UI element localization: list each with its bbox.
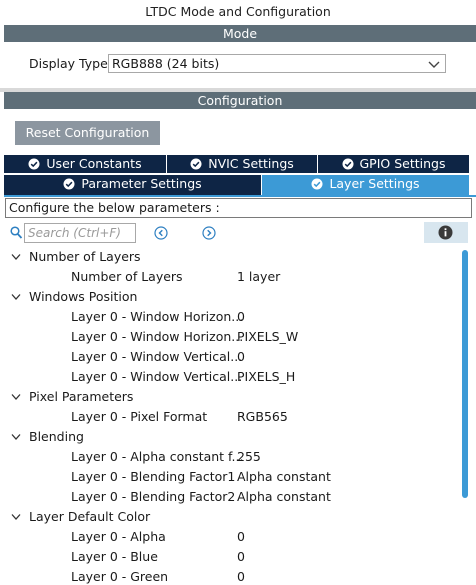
chevron-down-icon	[428, 61, 440, 68]
param-name: Layer 0 - Pixel Format	[71, 409, 208, 424]
param-row[interactable]: Layer 0 - Blue 0	[4, 547, 462, 567]
group-row-number-of-layers[interactable]: Number of Layers	[4, 247, 462, 267]
group-row-windows-position[interactable]: Windows Position	[4, 287, 462, 307]
circle-chevron-left-icon[interactable]	[154, 226, 168, 240]
reset-configuration-button[interactable]: Reset Configuration	[15, 121, 160, 145]
check-circle-icon	[342, 158, 353, 170]
check-circle-icon	[190, 158, 202, 170]
chevron-down-icon[interactable]	[11, 513, 21, 521]
scrollbar-thumb[interactable]	[462, 250, 468, 498]
chevron-down-icon[interactable]	[11, 293, 21, 301]
param-row[interactable]: Layer 0 - Green 0	[4, 567, 462, 585]
group-label: Number of Layers	[29, 249, 141, 264]
param-row[interactable]: Layer 0 - Window Horizon... PIXELS_W	[4, 327, 462, 347]
param-value[interactable]: 0	[237, 307, 245, 327]
check-circle-icon	[311, 178, 323, 190]
tab-label: Layer Settings	[329, 176, 420, 191]
chevron-down-icon[interactable]	[11, 433, 21, 441]
group-label: Windows Position	[29, 289, 138, 304]
param-name: Layer 0 - Blending Factor1	[71, 469, 236, 484]
group-row-blending[interactable]: Blending	[4, 427, 462, 447]
search-icon	[10, 226, 23, 239]
display-type-value: RGB888 (24 bits)	[112, 56, 220, 71]
search-input[interactable]	[24, 223, 136, 243]
param-value[interactable]: 0	[237, 527, 245, 547]
tab-underline	[4, 195, 476, 197]
tab-label: Parameter Settings	[81, 176, 202, 191]
tab-layer-settings[interactable]: Layer Settings	[262, 175, 469, 195]
param-name: Layer 0 - Blue	[71, 549, 158, 564]
param-row[interactable]: Layer 0 - Window Vertical... PIXELS_H	[4, 367, 462, 387]
param-value[interactable]: 0	[237, 567, 245, 585]
tab-label: User Constants	[46, 156, 142, 171]
configure-hint: Configure the below parameters :	[5, 198, 472, 218]
param-name: Layer 0 - Alpha	[71, 529, 166, 544]
param-row[interactable]: Layer 0 - Pixel Format RGB565	[4, 407, 462, 427]
tab-nvic-settings[interactable]: NVIC Settings	[167, 155, 318, 173]
tab-parameter-settings[interactable]: Parameter Settings	[4, 175, 262, 195]
param-row[interactable]: Layer 0 - Blending Factor2 Alpha constan…	[4, 487, 462, 507]
param-value[interactable]: 255	[237, 447, 261, 467]
mode-header: Mode	[4, 25, 476, 42]
chevron-down-icon[interactable]	[11, 253, 21, 261]
param-name: Layer 0 - Alpha constant f...	[71, 449, 244, 464]
tab-label: NVIC Settings	[208, 156, 294, 171]
window-title: LTDC Mode and Configuration	[145, 4, 331, 19]
param-value[interactable]: Alpha constant	[237, 487, 331, 507]
param-name: Layer 0 - Window Vertical...	[71, 369, 243, 384]
info-button[interactable]	[424, 222, 468, 243]
param-name: Layer 0 - Blending Factor2	[71, 489, 236, 504]
group-label: Blending	[29, 429, 84, 444]
tab-gpio-settings[interactable]: GPIO Settings	[318, 155, 469, 173]
group-label: Layer Default Color	[29, 509, 151, 524]
param-name: Number of Layers	[71, 269, 183, 284]
param-value[interactable]: RGB565	[237, 407, 288, 427]
parameter-tree: Number of Layers Number of Layers 1 laye…	[4, 247, 462, 585]
chevron-down-icon[interactable]	[11, 393, 21, 401]
group-label: Pixel Parameters	[29, 389, 134, 404]
param-value[interactable]: Alpha constant	[237, 467, 331, 487]
param-value[interactable]: PIXELS_H	[237, 367, 295, 387]
display-type-select[interactable]: RGB888 (24 bits)	[108, 54, 446, 73]
param-row[interactable]: Layer 0 - Alpha 0	[4, 527, 462, 547]
group-row-pixel-parameters[interactable]: Pixel Parameters	[4, 387, 462, 407]
param-value[interactable]: 0	[237, 347, 245, 367]
param-row[interactable]: Layer 0 - Alpha constant f... 255	[4, 447, 462, 467]
param-row[interactable]: Layer 0 - Window Horizon... 0	[4, 307, 462, 327]
tab-label: GPIO Settings	[359, 156, 446, 171]
param-row[interactable]: Layer 0 - Window Vertical... 0	[4, 347, 462, 367]
param-row[interactable]: Number of Layers 1 layer	[4, 267, 462, 287]
group-row-layer-default-color[interactable]: Layer Default Color	[4, 507, 462, 527]
param-value[interactable]: 0	[237, 547, 245, 567]
display-type-label: Display Type	[29, 56, 108, 71]
param-row[interactable]: Layer 0 - Blending Factor1 Alpha constan…	[4, 467, 462, 487]
param-name: Layer 0 - Green	[71, 569, 169, 584]
check-circle-icon	[63, 178, 75, 190]
param-value[interactable]: 1 layer	[237, 267, 280, 287]
param-value[interactable]: PIXELS_W	[237, 327, 298, 347]
check-circle-icon	[28, 158, 40, 170]
circle-chevron-right-icon[interactable]	[202, 226, 216, 240]
param-name: Layer 0 - Window Horizon...	[71, 309, 244, 324]
param-name: Layer 0 - Window Horizon...	[71, 329, 244, 344]
tab-user-constants[interactable]: User Constants	[4, 155, 167, 173]
info-icon	[438, 225, 453, 240]
configuration-header: Configuration	[4, 92, 476, 109]
param-name: Layer 0 - Window Vertical...	[71, 349, 243, 364]
